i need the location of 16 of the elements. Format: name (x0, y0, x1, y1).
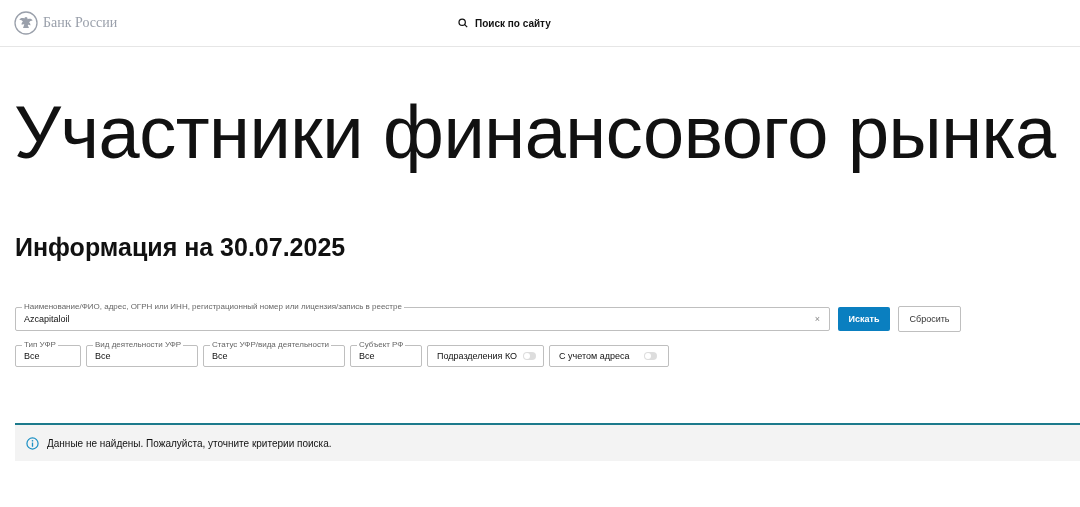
info-icon (26, 436, 39, 450)
toggle-label: С учетом адреса (559, 351, 630, 361)
search-icon (458, 18, 468, 28)
eagle-emblem-icon[interactable] (14, 11, 38, 35)
toggle-filter[interactable]: С учетом адреса (549, 345, 669, 367)
clear-button[interactable]: × (814, 314, 820, 324)
search-button[interactable]: Искать (838, 307, 890, 331)
toggle-switch[interactable] (643, 352, 657, 360)
toggle-switch[interactable] (523, 352, 537, 360)
page-title: Участники финансового рынка (14, 90, 1058, 176)
toggle-filter[interactable]: Подразделения КО (427, 345, 545, 367)
toggle-label: Подразделения КО (437, 351, 518, 361)
reset-button[interactable]: Сбросить (898, 306, 961, 332)
site-search-button[interactable]: Поиск по сайту (458, 17, 551, 29)
notice-text: Данные не найдены. Пожалуйста, уточните критерии поиска. (47, 437, 332, 449)
info-date-heading: Информация на 30.07.2025 (15, 232, 347, 263)
